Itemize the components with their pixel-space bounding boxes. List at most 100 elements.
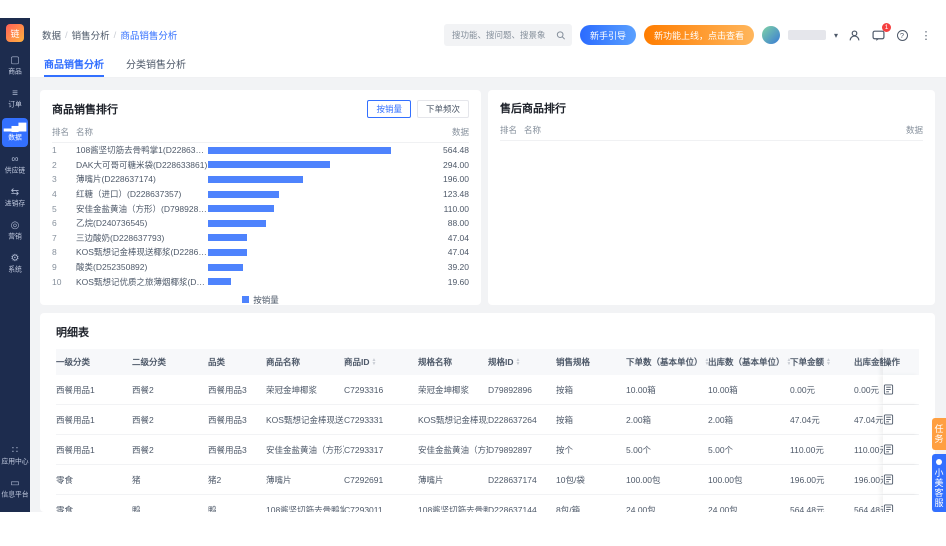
table-cell: 5.00个 — [626, 444, 708, 456]
tab-product-sales[interactable]: 商品销售分析 — [44, 56, 104, 77]
rank-metric-toggle: 按销量下单频次 — [367, 100, 469, 118]
breadcrumb: 数据/销售分析/商品销售分析 — [42, 28, 177, 42]
table-cell: D228637264 — [488, 415, 556, 425]
search-input[interactable] — [450, 29, 556, 41]
sort-desc-icon: ▼ — [826, 362, 831, 366]
help-icon[interactable]: ? — [894, 27, 910, 43]
column-header-label: 一级分类 — [56, 356, 90, 368]
breadcrumb-item[interactable]: 销售分析 — [72, 28, 110, 42]
sidebar-item-orders[interactable]: ≡订单 — [2, 85, 28, 114]
message-icon[interactable]: 1 — [870, 27, 886, 43]
column-header-label: 商品名称 — [266, 356, 300, 368]
breadcrumb-separator: / — [114, 30, 117, 41]
sidebar-item-supply-chain[interactable]: ∞供应链 — [2, 151, 28, 180]
support-icon[interactable] — [846, 27, 862, 43]
customer-service-floating-button[interactable]: 小美客服 — [932, 454, 946, 512]
column-header: 出库数（基本单位）▲▼ — [708, 356, 790, 368]
by-sales-button[interactable]: 按销量 — [367, 100, 411, 118]
column-header-label: 规格ID — [488, 356, 514, 368]
row-actions — [883, 405, 919, 434]
sort-icon[interactable]: ▲▼ — [826, 358, 831, 366]
ranking-rank: 7 — [52, 233, 76, 243]
table-cell: 西餐用品3 — [208, 414, 266, 426]
column-header-label: 销售规格 — [556, 356, 590, 368]
column-header: 规格名称 — [418, 356, 488, 368]
table-cell: 10.00箱 — [626, 384, 708, 396]
sort-icon[interactable]: ▲▼ — [372, 358, 377, 366]
logo[interactable]: 链 — [6, 24, 24, 42]
view-detail-icon[interactable] — [883, 414, 894, 425]
ranking-row: 3薄嘴片(D228637174)196.00 — [52, 172, 469, 187]
ranking-value: 39.20 — [423, 262, 469, 272]
table-cell: 荣冠金坤椰浆 — [266, 384, 344, 396]
table-cell: C7292691 — [344, 475, 418, 485]
message-badge: 1 — [882, 23, 891, 32]
table-cell: 108酱坚切筋去骨鸭掌1 — [418, 504, 488, 513]
search-icon[interactable] — [556, 30, 566, 41]
ranking-row: 5安佳金盐黄油（方形）(D79892897)110.00 — [52, 201, 469, 216]
table-cell: 108酱坚切筋去骨鸭掌1 — [266, 504, 344, 513]
ranking-value: 196.00 — [423, 174, 469, 184]
guide-button[interactable]: 新手引导 — [580, 25, 636, 45]
by-order-frequency-button[interactable]: 下单频次 — [417, 100, 469, 118]
ranking-bar-track — [208, 249, 423, 256]
task-floating-button[interactable]: 任务 — [932, 418, 946, 450]
ranking-row: 8KOS甄想记金棒现送椰浆(D228637264)47.04 — [52, 245, 469, 260]
tab-category-sales[interactable]: 分类销售分析 — [126, 56, 186, 77]
table-cell: 8包/箱 — [556, 504, 626, 513]
inventory-icon: ⇆ — [11, 187, 19, 198]
chevron-down-icon[interactable]: ▾ — [834, 31, 838, 40]
table-row: 西餐用品1西餐2西餐用品3安佳金盐黄油（方形）C7293317安佳金盐黄油（方形… — [56, 435, 919, 465]
table-cell: 0.00元 — [790, 384, 854, 396]
breadcrumb-item[interactable]: 数据 — [42, 28, 61, 42]
column-header: 下单金额▲▼ — [790, 356, 854, 368]
table-cell: 西餐用品3 — [208, 444, 266, 456]
actions-column-header: 操作 — [883, 349, 919, 375]
ranking-rank: 4 — [52, 189, 76, 199]
sort-desc-icon: ▼ — [516, 362, 521, 366]
sidebar-item-app-center[interactable]: ∷应用中心 — [2, 442, 28, 471]
ranking-value: 19.60 — [423, 277, 469, 287]
sidebar-item-products[interactable]: ▢商品 — [2, 52, 28, 81]
promo-button[interactable]: 新功能上线，点击查看 — [644, 25, 754, 45]
column-header-label: 下单数（基本单位） — [626, 356, 703, 368]
sort-icon[interactable]: ▲▼ — [516, 358, 521, 366]
sidebar-item-inventory[interactable]: ⇆进销存 — [2, 184, 28, 213]
view-detail-icon[interactable] — [883, 474, 894, 485]
avatar[interactable] — [762, 26, 780, 44]
ranking-product-name: 薄嘴片(D228637174) — [76, 173, 208, 185]
breadcrumb-item[interactable]: 商品销售分析 — [120, 28, 177, 42]
ranking-bar — [208, 264, 243, 271]
after-card-header: 售后商品排行 — [500, 100, 923, 116]
sidebar-item-label: 进销存 — [5, 199, 25, 208]
after-sale-ranking-card: 售后商品排行 排名 名称 数据 — [488, 90, 935, 305]
column-header: 二级分类 — [132, 356, 208, 368]
table-cell: 西餐用品1 — [56, 384, 132, 396]
column-header: 品类 — [208, 356, 266, 368]
ranking-row: 6乙烷(D240736545)88.00 — [52, 216, 469, 231]
view-detail-icon[interactable] — [883, 384, 894, 395]
table-cell: 100.00包 — [626, 474, 708, 486]
detail-table: 一级分类二级分类品类商品名称商品ID▲▼规格名称规格ID▲▼销售规格下单数（基本… — [56, 349, 919, 512]
sidebar-item-label: 订单 — [8, 100, 22, 109]
view-detail-icon[interactable] — [883, 504, 894, 512]
more-menu-icon[interactable]: ⋮ — [918, 27, 934, 43]
ranking-product-name: 安佳金盐黄油（方形）(D79892897) — [76, 203, 208, 215]
breadcrumb-separator: / — [65, 30, 68, 41]
sidebar-item-marketing[interactable]: ◎营销 — [2, 217, 28, 246]
sidebar-item-system-gear[interactable]: ⚙系统 — [2, 250, 28, 279]
detail-table-header-row: 一级分类二级分类品类商品名称商品ID▲▼规格名称规格ID▲▼销售规格下单数（基本… — [56, 349, 919, 375]
view-detail-icon[interactable] — [883, 444, 894, 455]
supply-chain-icon: ∞ — [11, 154, 18, 165]
info-platform-icon: ▭ — [10, 478, 19, 489]
sidebar-bottom-nav: ∷应用中心 ▭信息平台 — [0, 440, 30, 506]
table-cell: 零食 — [56, 474, 132, 486]
sidebar-item-info-platform[interactable]: ▭信息平台 — [2, 475, 28, 504]
chart-legend: 按销量 — [52, 294, 469, 306]
global-search — [444, 24, 572, 46]
system-gear-icon: ⚙ — [11, 253, 20, 264]
sidebar-item-data-chart[interactable]: ▂▄▆数据 — [2, 118, 28, 147]
row-actions — [883, 495, 919, 512]
row-actions — [883, 435, 919, 464]
ranking-bar — [208, 220, 266, 227]
